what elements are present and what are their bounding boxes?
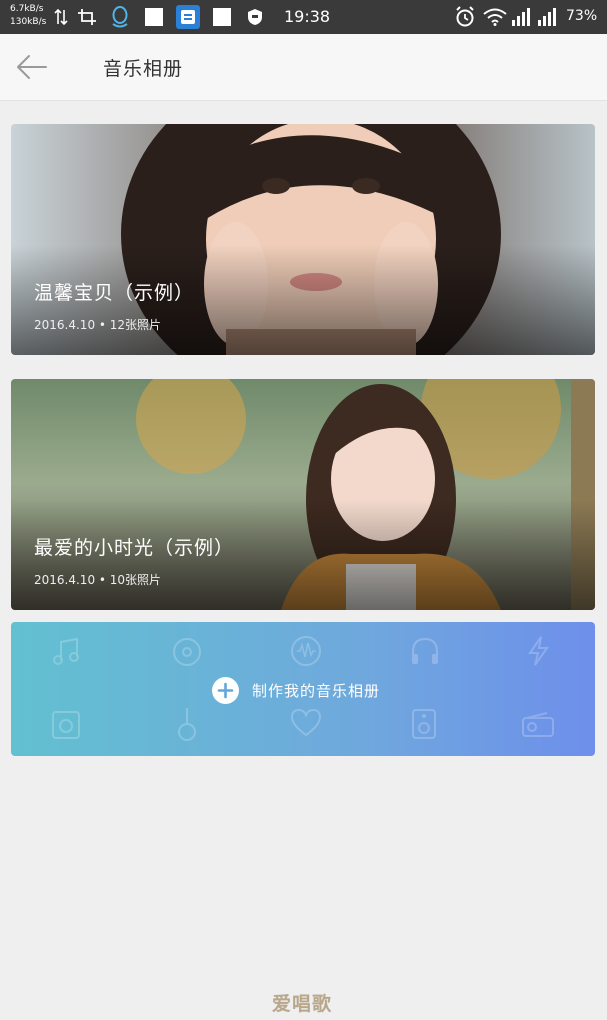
page-title: 音乐相册 bbox=[103, 58, 184, 80]
headphones-icon bbox=[412, 637, 438, 664]
status-time: 19:38 bbox=[284, 7, 331, 26]
radio-icon bbox=[522, 712, 554, 737]
network-speed: 6.7kB/s 130kB/s bbox=[10, 3, 46, 29]
back-button[interactable] bbox=[14, 50, 50, 84]
album-title: 最爱的小时光（示例） bbox=[34, 537, 235, 559]
alarm-icon bbox=[456, 6, 474, 27]
album-title: 温馨宝贝（示例） bbox=[34, 282, 195, 304]
speaker-box-icon bbox=[52, 711, 80, 739]
plus-circle-icon bbox=[212, 677, 239, 704]
back-arrow-icon bbox=[17, 55, 47, 79]
signal-icon bbox=[512, 8, 530, 26]
notification-square-icon bbox=[145, 8, 163, 26]
shield-icon bbox=[248, 9, 262, 25]
heart-icon bbox=[290, 708, 322, 737]
app-header: 音乐相册 bbox=[0, 34, 607, 101]
guitar-icon bbox=[178, 708, 196, 741]
signal-icon bbox=[538, 8, 556, 26]
album-card[interactable]: 最爱的小时光（示例） 2016.4.10 • 10张照片 bbox=[11, 379, 595, 610]
notification-square-icon bbox=[213, 8, 231, 26]
net-speed-down: 130kB/s bbox=[10, 17, 47, 27]
battery-level: 73% bbox=[566, 8, 598, 24]
disc-icon bbox=[173, 638, 201, 666]
data-arrows-icon bbox=[54, 8, 68, 26]
net-speed-up: 6.7kB/s bbox=[10, 4, 44, 14]
status-bar: 6.7kB/s 130kB/s 19:38 73% bbox=[0, 0, 607, 34]
watermark: 爱唱歌 bbox=[272, 993, 333, 1015]
music-note-icon bbox=[53, 637, 79, 665]
create-album-button[interactable]: 制作我的音乐相册 bbox=[11, 622, 595, 756]
waveform-icon bbox=[291, 636, 321, 666]
create-album-label: 制作我的音乐相册 bbox=[252, 682, 381, 700]
app-icon bbox=[176, 5, 200, 29]
album-meta: 2016.4.10 • 12张照片 bbox=[34, 318, 162, 332]
lightning-icon bbox=[528, 636, 549, 666]
speaker-icon bbox=[412, 709, 436, 739]
crop-icon bbox=[78, 9, 96, 25]
wifi-icon bbox=[483, 8, 507, 26]
qq-icon bbox=[112, 6, 128, 28]
album-meta: 2016.4.10 • 10张照片 bbox=[34, 573, 162, 587]
album-card[interactable]: 温馨宝贝（示例） 2016.4.10 • 12张照片 bbox=[11, 124, 595, 355]
